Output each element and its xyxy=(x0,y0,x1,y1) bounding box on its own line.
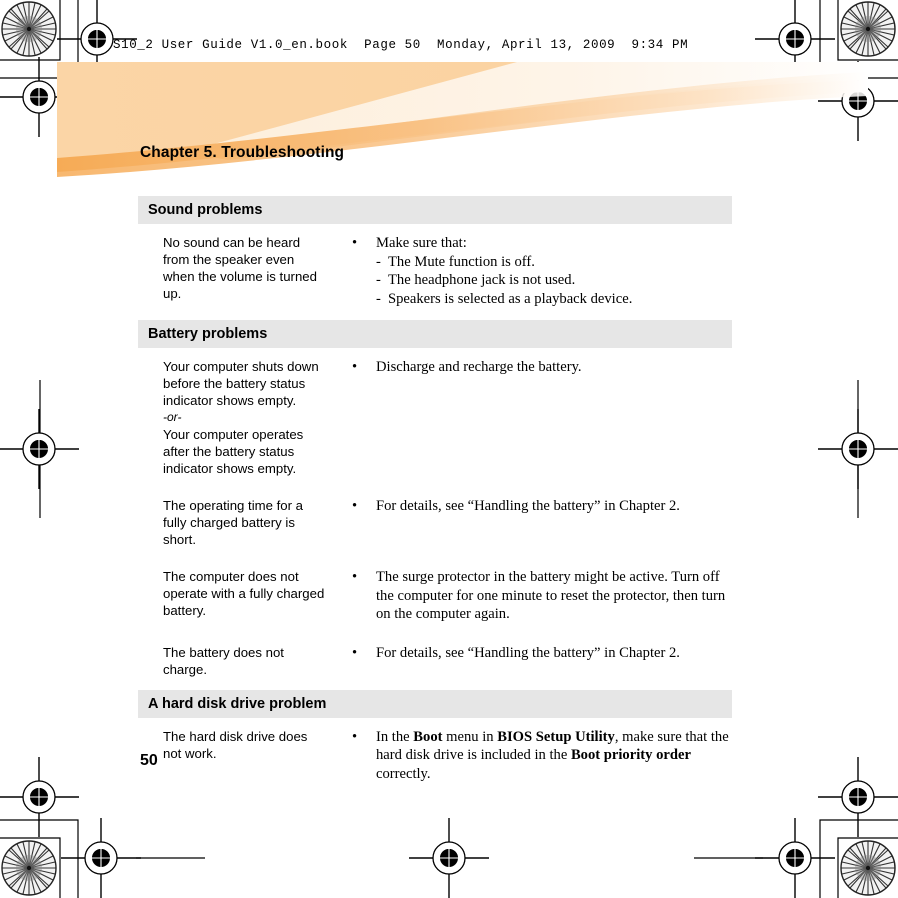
table-row: The battery does not charge. • For detai… xyxy=(138,634,732,678)
symptom-cell: The operating time for a fully charged b… xyxy=(138,497,352,548)
sub-item: - Speakers is selected as a playback dev… xyxy=(376,290,633,307)
bullet-icon: • xyxy=(352,569,358,585)
sub-item: - The Mute function is off. xyxy=(376,253,535,270)
symptom-line: No sound can be heard xyxy=(163,235,301,250)
solution-fragment: correctly. xyxy=(376,765,431,782)
symptom-cell: No sound can be heard from the speaker e… xyxy=(138,234,352,302)
solution-bold-boot: Boot xyxy=(413,728,443,745)
symptom-cell: The computer does not operate with a ful… xyxy=(138,568,352,619)
dash-icon: - xyxy=(376,290,381,307)
solution-bold-priority-order: Boot priority order xyxy=(570,747,691,763)
symptom-line: The computer does not xyxy=(163,569,299,584)
symptom-line: The battery does not xyxy=(163,644,284,660)
symptom-line: before the battery status xyxy=(163,376,306,391)
bullet-icon: • xyxy=(352,728,358,745)
solution-cell: • For details, see “Handling the battery… xyxy=(352,497,732,516)
symptom-line: The operating time for a xyxy=(163,498,304,513)
row-spacer xyxy=(138,678,732,690)
solution-text: For details, see “Handling the battery” … xyxy=(376,644,680,661)
solution-bold-bios: BIOS Setup Utility xyxy=(497,728,615,745)
solution-cell: • In the Boot menu in BIOS Setup Utility… xyxy=(352,728,732,784)
section-header-hard-disk: A hard disk drive problem xyxy=(138,689,732,718)
symptom-line: short. xyxy=(163,532,196,547)
table-row: The hard disk drive does not work. • In … xyxy=(138,718,732,784)
symptom-cell: The battery does not charge. xyxy=(138,644,352,678)
dash-icon: - xyxy=(376,253,381,270)
symptom-line: up. xyxy=(163,286,182,301)
symptom-cell: Your computer shuts down before the batt… xyxy=(138,358,352,477)
row-spacer xyxy=(138,308,732,320)
symptom-line: fully charged battery is xyxy=(163,515,295,530)
page-title: Chapter 5. Troubleshooting xyxy=(140,144,345,161)
solution-text: The surge protector in the battery might… xyxy=(376,569,726,622)
table-row: The operating time for a fully charged b… xyxy=(138,487,732,548)
section-header-battery: Battery problems xyxy=(138,320,732,348)
bullet-icon: • xyxy=(352,235,358,251)
bullet-icon: • xyxy=(352,498,358,514)
symptom-line: indicator shows empty. xyxy=(163,393,297,408)
solution-text: Make sure that: - The Mute function is o… xyxy=(376,234,732,308)
table-row: Your computer shuts down before the batt… xyxy=(138,348,732,477)
solution-cell: • Discharge and recharge the battery. xyxy=(352,358,732,377)
symptom-line: not work. xyxy=(163,745,217,761)
row-spacer xyxy=(138,477,732,487)
solution-cell: • For details, see “Handling the battery… xyxy=(352,644,732,663)
symptom-line: indicator shows empty. xyxy=(163,461,297,476)
symptom-or-separator: -or- xyxy=(163,410,182,424)
troubleshooting-table: Sound problems No sound can be heard fro… xyxy=(138,196,732,783)
solution-lead: Make sure that: xyxy=(376,235,467,251)
bullet-icon: • xyxy=(352,359,358,375)
page-number: 50 xyxy=(140,752,158,769)
symptom-line: The hard disk drive does xyxy=(163,728,308,744)
solution-cell: • The surge protector in the battery mig… xyxy=(352,568,732,624)
row-spacer xyxy=(138,624,732,634)
row-spacer xyxy=(138,548,732,558)
symptom-line: Your computer shuts down xyxy=(163,359,319,374)
solution-text: Discharge and recharge the battery. xyxy=(376,359,582,375)
solution-text: For details, see “Handling the battery” … xyxy=(376,498,680,514)
section-header-sound: Sound problems xyxy=(138,196,732,224)
symptom-line: charge. xyxy=(163,661,207,677)
book-header-line: S10_2 User Guide V1.0_en.book Page 50 Mo… xyxy=(113,38,689,52)
sub-item: - The headphone jack is not used. xyxy=(376,272,576,288)
bullet-icon: • xyxy=(352,644,358,661)
symptom-cell: The hard disk drive does not work. xyxy=(138,728,352,762)
symptom-line: Your computer operates xyxy=(163,427,304,442)
symptom-line: when the volume is turned xyxy=(163,269,317,284)
symptom-line: battery. xyxy=(163,603,207,618)
symptom-line: after the battery status xyxy=(163,444,295,459)
solution-cell: • Make sure that: - The Mute function is… xyxy=(352,234,732,308)
symptom-line: from the speaker even xyxy=(163,252,295,267)
dash-icon: - xyxy=(376,272,381,288)
solution-text: In the Boot menu in BIOS Setup Utility, … xyxy=(376,728,732,784)
symptom-line: operate with a fully charged xyxy=(163,586,325,601)
table-row: The computer does not operate with a ful… xyxy=(138,558,732,624)
table-row: No sound can be heard from the speaker e… xyxy=(138,224,732,308)
solution-fragment: In the xyxy=(376,728,414,745)
solution-fragment: menu in xyxy=(442,728,498,745)
